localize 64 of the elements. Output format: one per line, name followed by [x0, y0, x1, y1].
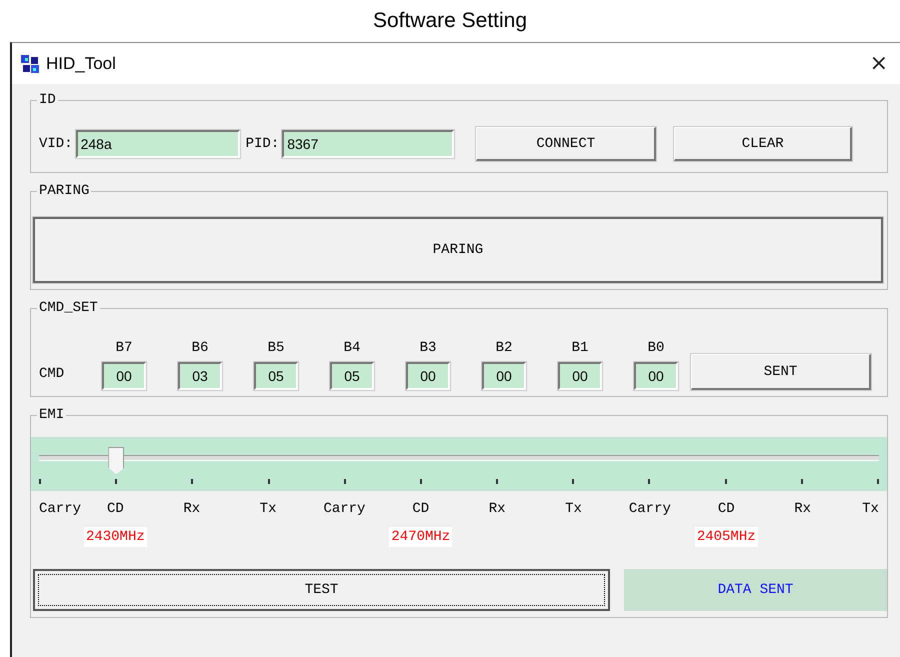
byte-field[interactable]: 05	[254, 362, 298, 390]
group-title: ID	[38, 92, 57, 108]
tick-label: CD	[412, 501, 430, 517]
byte-label: B7	[116, 340, 132, 356]
tick-label: Carry	[628, 501, 671, 517]
byte-field[interactable]: 05	[330, 362, 374, 390]
group-title: EMI	[38, 407, 66, 423]
byte-field[interactable]: 00	[406, 362, 450, 390]
field-label: VID:	[39, 136, 73, 152]
group-title: CMD_SET	[38, 300, 99, 316]
tick-mark	[876, 478, 879, 484]
tick-mark	[39, 478, 41, 484]
tick-mark	[420, 478, 422, 484]
byte-field[interactable]: 03	[178, 362, 222, 390]
app-icon	[20, 54, 40, 74]
tick-mark	[572, 478, 574, 484]
byte-field[interactable]: 00	[102, 362, 146, 390]
row-label: CMD	[39, 366, 66, 382]
byte-label: B6	[192, 340, 208, 356]
tick-mark	[191, 478, 194, 484]
action-button[interactable]: CONNECT	[476, 127, 656, 161]
byte-field[interactable]: 00	[634, 362, 678, 390]
tick-mark	[648, 478, 650, 484]
tick-label: Tx	[565, 501, 582, 517]
tick-label: Rx	[794, 501, 811, 517]
caption: Software Setting	[372, 8, 528, 34]
status-panel: DATA SENT	[624, 569, 887, 611]
tick-mark	[496, 478, 498, 484]
byte-label: B0	[648, 340, 664, 356]
sent-button[interactable]: SENT	[691, 354, 871, 390]
test-button[interactable]: TEST	[33, 569, 610, 611]
tick-label: CD	[106, 501, 124, 517]
tick-label: Tx	[260, 501, 276, 517]
action-button[interactable]: CLEAR	[674, 127, 852, 161]
tick-mark	[115, 478, 118, 484]
tick-label: CD	[718, 501, 735, 517]
field-label: PID:	[246, 136, 280, 152]
window-title: HID_Tool	[46, 54, 117, 74]
tick-mark	[268, 478, 270, 484]
byte-label: B1	[572, 340, 588, 356]
frequency-label: 2470MHz	[389, 527, 452, 547]
close-button[interactable]: ×	[866, 51, 892, 76]
byte-label: B3	[420, 340, 436, 356]
slider-thumb[interactable]	[108, 446, 124, 474]
tick-label: Rx	[488, 501, 506, 517]
tick-mark	[800, 478, 803, 484]
tick-label: Tx	[862, 501, 879, 517]
byte-label: B2	[496, 340, 512, 356]
tick-label: Carry	[39, 501, 82, 517]
byte-label: B5	[268, 340, 284, 356]
input-field[interactable]: 8367	[282, 130, 454, 158]
frequency-label: 2405MHz	[694, 527, 758, 547]
group-title: PARING	[38, 183, 90, 199]
byte-field[interactable]: 00	[482, 362, 526, 390]
tick-mark	[724, 478, 727, 484]
byte-field[interactable]: 00	[558, 362, 602, 390]
input-field[interactable]: 248a	[76, 130, 240, 158]
slider-track[interactable]	[39, 446, 879, 472]
tick-mark	[344, 478, 346, 484]
tick-label: Carry	[323, 501, 366, 517]
frequency-label: 2430MHz	[84, 527, 147, 547]
byte-label: B4	[344, 340, 360, 356]
tick-label: Rx	[183, 501, 200, 517]
paring-button[interactable]: PARING	[33, 217, 883, 283]
